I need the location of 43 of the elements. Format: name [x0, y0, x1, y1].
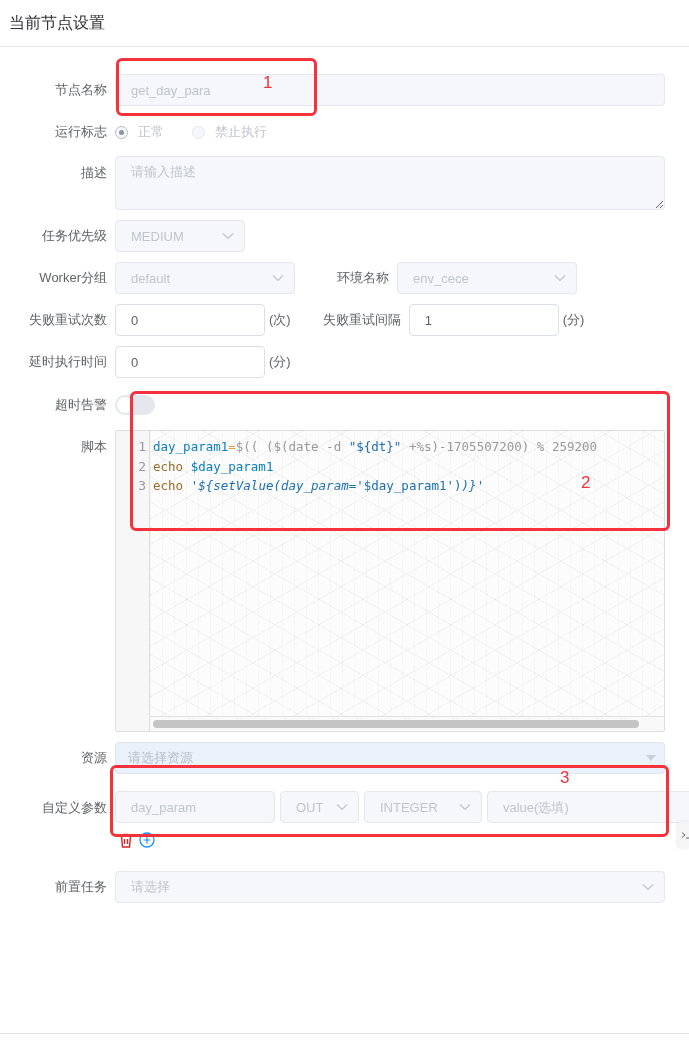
field-label: 脚本	[80, 438, 108, 456]
field-label: 超时告警	[54, 396, 108, 414]
panel-title: 当前节点设置	[9, 12, 105, 33]
annotation-number: 2	[581, 473, 591, 493]
line-number: 2	[138, 457, 147, 476]
field-label: 环境名称	[336, 269, 390, 287]
terminal-icon	[681, 831, 689, 839]
unit-label: (分)	[269, 353, 291, 371]
field-label: 任务优先级	[41, 227, 108, 245]
field-label: 节点名称	[54, 81, 108, 99]
retry-times-field[interactable]: 0	[115, 304, 265, 336]
chevron-down-icon	[272, 274, 284, 282]
side-tab[interactable]	[677, 822, 689, 848]
scrollbar-thumb[interactable]	[153, 720, 639, 728]
chevron-down-icon	[222, 232, 234, 240]
field-label: 前置任务	[54, 878, 108, 896]
field-label: 失败重试次数	[28, 311, 108, 329]
field-label: 描述	[80, 164, 108, 182]
retry-interval-field[interactable]: 1	[408, 304, 559, 336]
chevron-down-icon	[336, 803, 348, 811]
toggle-switch[interactable]	[115, 395, 155, 415]
code-line: echo '${setValue(day_param='$day_param1'))}'	[153, 477, 485, 495]
annotation-number: 1	[263, 73, 273, 93]
field-label: 自定义参数	[41, 799, 108, 817]
code-line: day_param1=$(( ($(date -d "${dt}" +%s)-1705507200) % 259200	[153, 438, 598, 456]
field-label: 资源	[80, 749, 108, 767]
field-label: 延时执行时间	[28, 353, 108, 371]
field-label: 失败重试间隔	[321, 311, 402, 329]
field-label: 运行标志	[54, 123, 108, 141]
radio-label: 禁止执行	[215, 123, 267, 141]
add-icon[interactable]	[139, 832, 155, 848]
delay-time-field[interactable]: 0	[115, 346, 265, 378]
chevron-down-icon	[642, 883, 654, 891]
unit-label: (次)	[269, 311, 291, 329]
caret-icon	[646, 755, 656, 761]
line-number: 1	[138, 438, 147, 456]
line-number: 3	[138, 477, 147, 495]
code-line: echo $day_param1	[153, 457, 274, 476]
chevron-down-icon	[554, 274, 566, 282]
chevron-down-icon	[459, 803, 471, 811]
unit-label: (分)	[562, 311, 585, 329]
radio-label: 正常	[138, 123, 164, 141]
field-label: Worker分组	[38, 269, 108, 287]
